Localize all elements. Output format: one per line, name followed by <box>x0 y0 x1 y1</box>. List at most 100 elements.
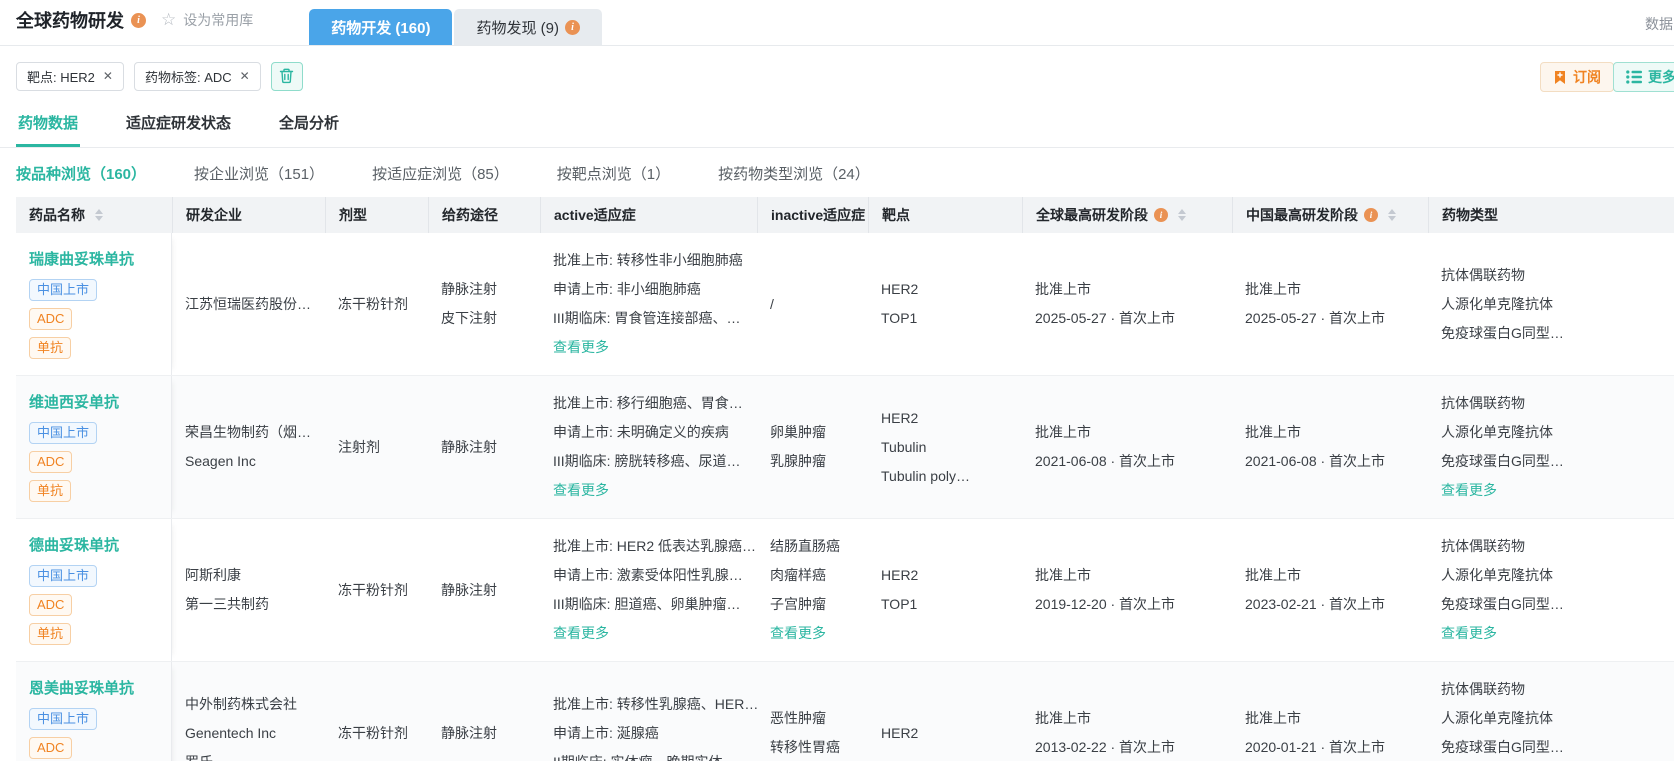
view-by-drug-type[interactable]: 按药物类型浏览（24） <box>718 163 870 184</box>
cell-line: 冻干粉针剂 <box>338 576 422 605</box>
cell-line: TOP1 <box>881 304 1016 333</box>
cell-line: 冻干粉针剂 <box>338 719 422 748</box>
drug-tag: ADC <box>29 308 72 330</box>
cell-line: 冻干粉针剂 <box>338 290 422 319</box>
view-more-link[interactable]: 查看更多 <box>553 619 751 648</box>
drug-name-link[interactable]: 瑞康曲妥珠单抗 <box>29 249 165 271</box>
china-stage-cell: 批准上市2025-05-27 · 首次上市 <box>1232 233 1428 375</box>
view-more-link[interactable]: 查看更多 <box>1441 619 1674 648</box>
tab-indication-status[interactable]: 适应症研发状态 <box>124 106 233 147</box>
cell-line: Genentech Inc <box>185 719 319 748</box>
view-more-link[interactable]: 查看更多 <box>553 333 751 362</box>
sort-icon[interactable] <box>95 209 103 221</box>
col-header-drug-name[interactable]: 药品名称 <box>16 197 172 233</box>
subscribe-button[interactable]: 订阅 <box>1540 62 1614 92</box>
tab-drug-data[interactable]: 药物数据 <box>16 106 80 147</box>
title-area: 全球药物研发 i ☆ 设为常用库 <box>0 7 253 45</box>
info-icon: i <box>565 20 580 35</box>
more-button[interactable]: 更多 <box>1613 62 1674 92</box>
cell-line: 批准上市: 移行细胞癌、胃食… <box>553 389 751 418</box>
drug-name-cell: 德曲妥珠单抗 中国上市ADC单抗 <box>16 519 172 661</box>
cell-line: 申请上市: 涎腺癌 <box>553 719 751 748</box>
route-cell: 静脉注射皮下注射 <box>428 233 540 375</box>
close-icon[interactable]: ✕ <box>240 69 250 83</box>
drug-name-link[interactable]: 恩美曲妥珠单抗 <box>29 678 165 700</box>
top-tab-bar: 药物开发 (160) 药物发现 (9) i <box>309 9 602 45</box>
view-by-company[interactable]: 按企业浏览（151） <box>194 163 324 184</box>
cell-line: 申请上市: 激素受体阳性乳腺… <box>553 561 751 590</box>
global-stage-cell: 批准上市2019-12-20 · 首次上市 <box>1022 519 1232 661</box>
cell-line: 申请上市: 非小细胞肺癌 <box>553 275 751 304</box>
view-by-product[interactable]: 按品种浏览（160） <box>16 163 146 184</box>
company-cell: 中外制药株式会社Genentech Inc罗氏 <box>172 662 325 761</box>
chip-label: 药物标签: ADC <box>145 67 232 86</box>
filter-chip-drug-tag[interactable]: 药物标签: ADC ✕ <box>134 62 261 91</box>
cell-line: 静脉注射 <box>441 433 534 462</box>
view-more-link[interactable]: 查看更多 <box>553 476 751 505</box>
drug-name-link[interactable]: 德曲妥珠单抗 <box>29 535 165 557</box>
cell-line: 恶性肿瘤 <box>770 704 862 733</box>
view-more-link[interactable]: 查看更多 <box>1441 476 1674 505</box>
col-header-route: 给药途径 <box>428 197 540 233</box>
close-icon[interactable]: ✕ <box>103 69 113 83</box>
tab-global-analysis[interactable]: 全局分析 <box>277 106 341 147</box>
cell-line: 罗氏 <box>185 748 319 761</box>
cell-line: 荣昌生物制药（烟… <box>185 418 319 447</box>
cell-line: 卵巢肿瘤 <box>770 418 862 447</box>
cell-line: TOP1 <box>881 590 1016 619</box>
filter-chip-target[interactable]: 靶点: HER2 ✕ <box>16 62 124 91</box>
cell-line: Seagen Inc <box>185 447 319 476</box>
view-by-target[interactable]: 按靶点浏览（1） <box>557 163 670 184</box>
cell-line: 皮下注射 <box>441 304 534 333</box>
cell-line: 江苏恒瑞医药股份… <box>185 290 319 319</box>
cell-line: 人源化单克隆抗体 <box>1441 290 1674 319</box>
tab-drug-development[interactable]: 药物开发 (160) <box>309 9 452 45</box>
cell-line: 免疫球蛋白G同型… <box>1441 319 1674 348</box>
sort-icon[interactable] <box>1178 209 1186 221</box>
active-indication-cell: 批准上市: HER2 低表达乳腺癌…申请上市: 激素受体阳性乳腺…III期临床:… <box>540 519 757 661</box>
drug-tag: 单抗 <box>29 337 71 359</box>
inactive-indication-cell: / <box>757 233 868 375</box>
table-body: 瑞康曲妥珠单抗 中国上市ADC单抗 江苏恒瑞医药股份… 冻干粉针剂 静脉注射皮下… <box>16 233 1674 761</box>
set-favorite-label[interactable]: 设为常用库 <box>183 10 253 30</box>
col-header-company: 研发企业 <box>172 197 325 233</box>
route-cell: 静脉注射 <box>428 376 540 518</box>
table-row: 恩美曲妥珠单抗 中国上市ADC单抗 中外制药株式会社Genentech Inc罗… <box>16 662 1674 761</box>
cell-line: HER2 <box>881 561 1016 590</box>
col-header-global-stage[interactable]: 全球最高研发阶段 i <box>1022 197 1232 233</box>
info-icon[interactable]: i <box>1154 208 1168 222</box>
clear-filters-button[interactable] <box>271 62 303 91</box>
cell-line: 免疫球蛋白G同型… <box>1441 733 1674 761</box>
cell-line: 批准上市 <box>1035 704 1226 733</box>
info-icon[interactable]: i <box>131 13 146 28</box>
col-header-china-stage[interactable]: 中国最高研发阶段 i <box>1232 197 1428 233</box>
drug-name-link[interactable]: 维迪西妥单抗 <box>29 392 165 414</box>
tab-drug-discovery[interactable]: 药物发现 (9) i <box>454 9 602 45</box>
star-favorite-icon[interactable]: ☆ <box>161 10 176 30</box>
route-cell: 静脉注射 <box>428 519 540 661</box>
cell-line: 2025-05-27 · 首次上市 <box>1035 304 1226 333</box>
global-stage-cell: 批准上市2021-06-08 · 首次上市 <box>1022 376 1232 518</box>
drug-tag: ADC <box>29 737 72 759</box>
subscribe-label: 订阅 <box>1573 67 1601 87</box>
sort-icon[interactable] <box>1388 209 1396 221</box>
drug-type-cell: 抗体偶联药物人源化单克隆抗体免疫球蛋白G同型…查看更多 <box>1428 519 1674 661</box>
cell-line: III期临床: 膀胱转移癌、尿道… <box>553 447 751 476</box>
info-icon[interactable]: i <box>1364 208 1378 222</box>
view-more-link[interactable]: 查看更多 <box>770 619 862 648</box>
top-bar: 全球药物研发 i ☆ 设为常用库 药物开发 (160) 药物发现 (9) i 数… <box>0 0 1674 46</box>
tab-label: 药物发现 (9) <box>476 17 559 38</box>
list-icon <box>1626 70 1642 84</box>
cell-line: 人源化单克隆抗体 <box>1441 418 1674 447</box>
table-header: 药品名称 研发企业 剂型 给药途径 active适应症 inactive适应症 … <box>16 197 1674 233</box>
active-indication-cell: 批准上市: 转移性非小细胞肺癌申请上市: 非小细胞肺癌III期临床: 胃食管连接… <box>540 233 757 375</box>
dosage-form-cell: 注射剂 <box>325 376 428 518</box>
cell-line: 2019-12-20 · 首次上市 <box>1035 590 1226 619</box>
view-by-indication[interactable]: 按适应症浏览（85） <box>372 163 509 184</box>
china-stage-cell: 批准上市2023-02-21 · 首次上市 <box>1232 519 1428 661</box>
cell-line: 第一三共制药 <box>185 590 319 619</box>
col-header-target: 靶点 <box>868 197 1022 233</box>
filter-bar: 靶点: HER2 ✕ 药物标签: ADC ✕ 订阅 <box>0 46 1674 106</box>
cell-line: 子宫肿瘤 <box>770 590 862 619</box>
cell-line: 阿斯利康 <box>185 561 319 590</box>
